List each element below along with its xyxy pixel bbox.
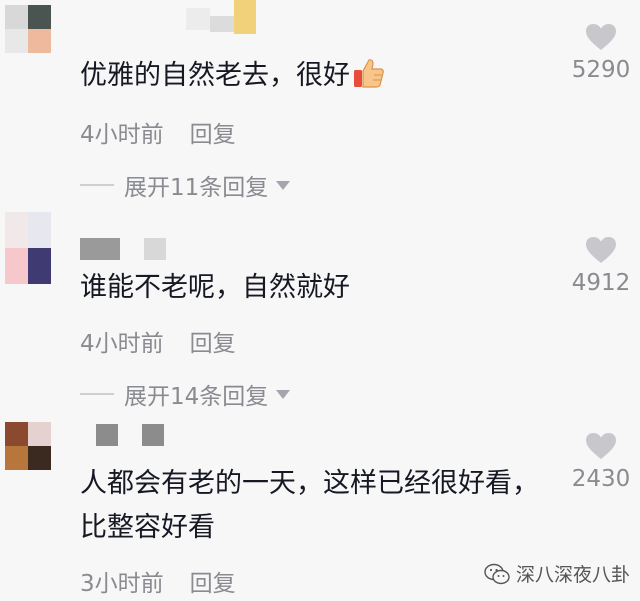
- timestamp: 4小时前: [80, 122, 164, 148]
- heart-icon[interactable]: [585, 236, 617, 264]
- comment-text: 优雅的自然老去，很好: [80, 54, 550, 98]
- expand-replies-button[interactable]: 展开14条回复: [80, 377, 291, 411]
- avatar[interactable]: [5, 5, 51, 53]
- divider-line: [80, 393, 114, 395]
- caret-down-icon: [276, 180, 291, 190]
- comment-meta: 4小时前 回复: [80, 324, 236, 358]
- timestamp: 3小时前: [80, 571, 164, 597]
- reply-button[interactable]: 回复: [190, 115, 236, 149]
- username-blurred[interactable]: [80, 236, 166, 262]
- reply-button[interactable]: 回复: [190, 324, 236, 358]
- heart-icon[interactable]: [585, 432, 617, 460]
- watermark: 深八深夜八卦: [484, 560, 630, 587]
- comment-item: 优雅的自然老去，很好 4小时前 回复 展开11条回复 5290: [0, 0, 640, 202]
- like-count: 5290: [571, 57, 631, 83]
- comment-text: 人都会有老的一天，这样已经很好看，比整容好看: [80, 468, 539, 543]
- thumbs-up-icon: [354, 59, 384, 88]
- comment-meta: 4小时前 回复: [80, 115, 236, 149]
- comment-item: 谁能不老呢，自然就好 4小时前 回复 展开14条回复 4912: [0, 210, 640, 410]
- wechat-icon: [484, 563, 510, 584]
- like-area: 4912: [570, 236, 632, 296]
- expand-replies-label: 展开11条回复: [124, 175, 269, 201]
- username-blurred[interactable]: [186, 0, 256, 34]
- expand-replies-label: 展开14条回复: [124, 384, 269, 410]
- like-area: 5290: [570, 23, 632, 83]
- avatar[interactable]: [5, 212, 51, 284]
- heart-icon[interactable]: [585, 23, 617, 51]
- like-count: 4912: [571, 270, 631, 296]
- avatar[interactable]: [5, 422, 51, 470]
- watermark-text: 深八深夜八卦: [515, 564, 630, 586]
- expand-replies-button[interactable]: 展开11条回复: [80, 168, 291, 202]
- like-count: 2430: [571, 466, 631, 492]
- like-area: 2430: [570, 432, 632, 492]
- timestamp: 4小时前: [80, 331, 164, 357]
- comment-text: 谁能不老呢，自然就好: [80, 272, 350, 303]
- reply-button[interactable]: 回复: [190, 564, 236, 598]
- comment-meta: 3小时前 回复: [80, 564, 236, 598]
- username-blurred[interactable]: [96, 422, 164, 448]
- caret-down-icon: [276, 389, 291, 399]
- divider-line: [80, 184, 114, 186]
